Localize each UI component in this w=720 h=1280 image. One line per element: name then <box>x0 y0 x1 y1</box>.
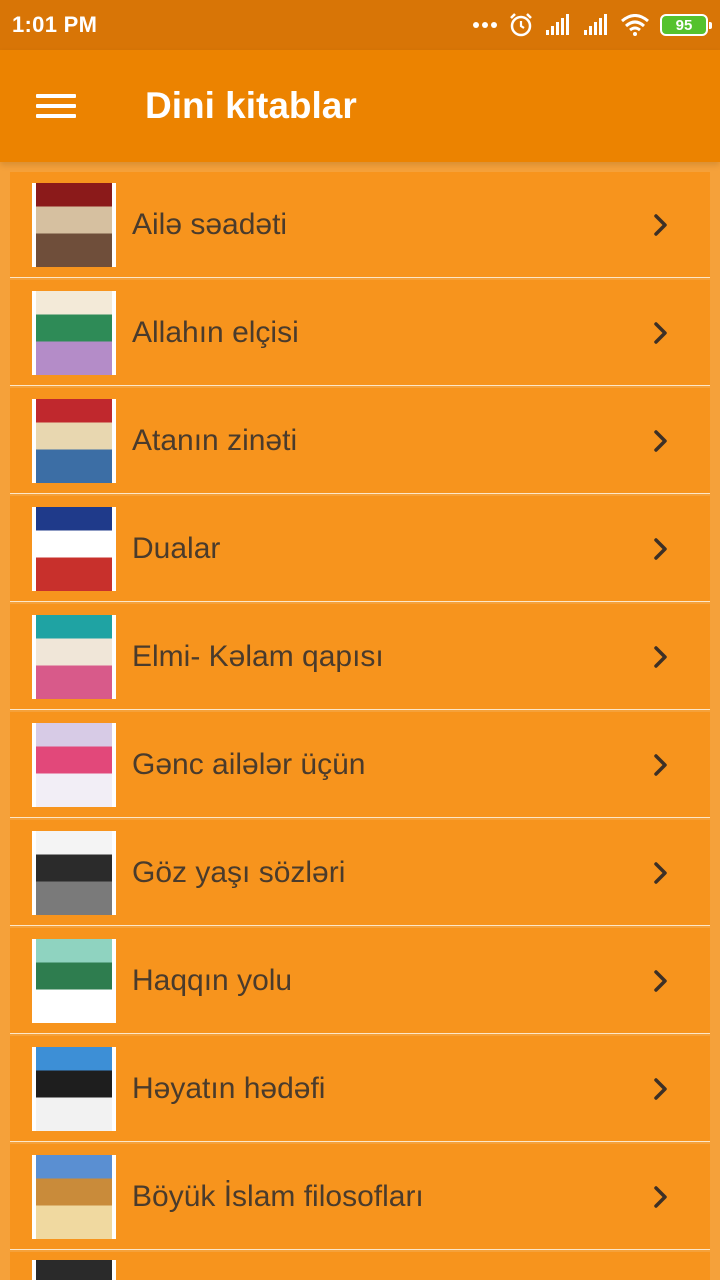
book-title: Göz yaşı sözləri <box>132 855 346 889</box>
book-title: Allahın elçisi <box>132 315 299 349</box>
book-cover-image <box>32 398 116 483</box>
app-bar: Dini kitablar <box>0 50 720 162</box>
hamburger-menu-icon[interactable] <box>36 91 76 121</box>
chevron-right-icon <box>654 753 667 776</box>
more-dots-icon <box>473 22 497 28</box>
status-time: 1:01 PM <box>12 12 98 37</box>
wifi-icon <box>621 14 649 36</box>
book-title: Böyük İslam filosofları <box>132 1179 424 1213</box>
book-title: Haqqın yolu <box>132 963 293 997</box>
list-item[interactable]: Həyatın hədəfi <box>10 1036 710 1141</box>
book-title: Elmi- Kəlam qapısı <box>132 639 384 673</box>
book-title: Gənc ailələr üçün <box>132 747 366 781</box>
list-item[interactable]: Atanın zinəti <box>10 388 710 493</box>
signal-icon-1 <box>546 14 569 35</box>
list-item[interactable]: Böyük İslam filosofları <box>10 1144 710 1249</box>
list-item[interactable]: Ailə səadəti <box>10 172 710 277</box>
chevron-right-icon <box>654 1077 667 1100</box>
list-item[interactable]: Gənc ailələr üçün <box>10 712 710 817</box>
alarm-icon <box>510 13 532 37</box>
book-cover-image <box>32 938 116 1023</box>
chevron-right-icon <box>654 321 667 344</box>
book-cover-image <box>32 506 116 591</box>
battery-level: 95 <box>675 16 693 34</box>
status-bar: 1:01 PM 95 <box>0 0 720 50</box>
page-title: Dini kitablar <box>145 85 357 126</box>
list-item[interactable] <box>10 1252 710 1280</box>
book-title: Atanın zinəti <box>132 423 298 457</box>
chevron-right-icon <box>654 1185 667 1208</box>
list-item[interactable]: Allahın elçisi <box>10 280 710 385</box>
list-item[interactable]: Haqqın yolu <box>10 928 710 1033</box>
book-cover-image <box>32 182 116 267</box>
chevron-right-icon <box>654 861 667 884</box>
book-title: Həyatın hədəfi <box>132 1071 326 1105</box>
book-cover-image <box>32 1154 116 1239</box>
battery-indicator: 95 <box>660 14 712 36</box>
chevron-right-icon <box>654 213 667 236</box>
chevron-right-icon <box>654 537 667 560</box>
signal-icon-2 <box>584 14 607 35</box>
chevron-right-icon <box>654 429 667 452</box>
book-cover-image <box>32 614 116 699</box>
chevron-right-icon <box>654 645 667 668</box>
chevron-right-icon <box>654 969 667 992</box>
book-title: Dualar <box>132 531 221 565</box>
book-list: Ailə səadəti Allahın elçisi Atanın zinəti D… <box>10 172 710 1280</box>
book-cover-image <box>32 290 116 375</box>
book-cover-image <box>32 1260 116 1280</box>
list-item[interactable]: Göz yaşı sözləri <box>10 820 710 925</box>
book-cover-image <box>32 1046 116 1131</box>
list-item[interactable]: Elmi- Kəlam qapısı <box>10 604 710 709</box>
book-title: Ailə səadəti <box>132 207 288 241</box>
status-icons: 95 <box>472 12 712 38</box>
book-cover-image <box>32 722 116 807</box>
book-cover-image <box>32 830 116 915</box>
list-item[interactable]: Dualar <box>10 496 710 601</box>
